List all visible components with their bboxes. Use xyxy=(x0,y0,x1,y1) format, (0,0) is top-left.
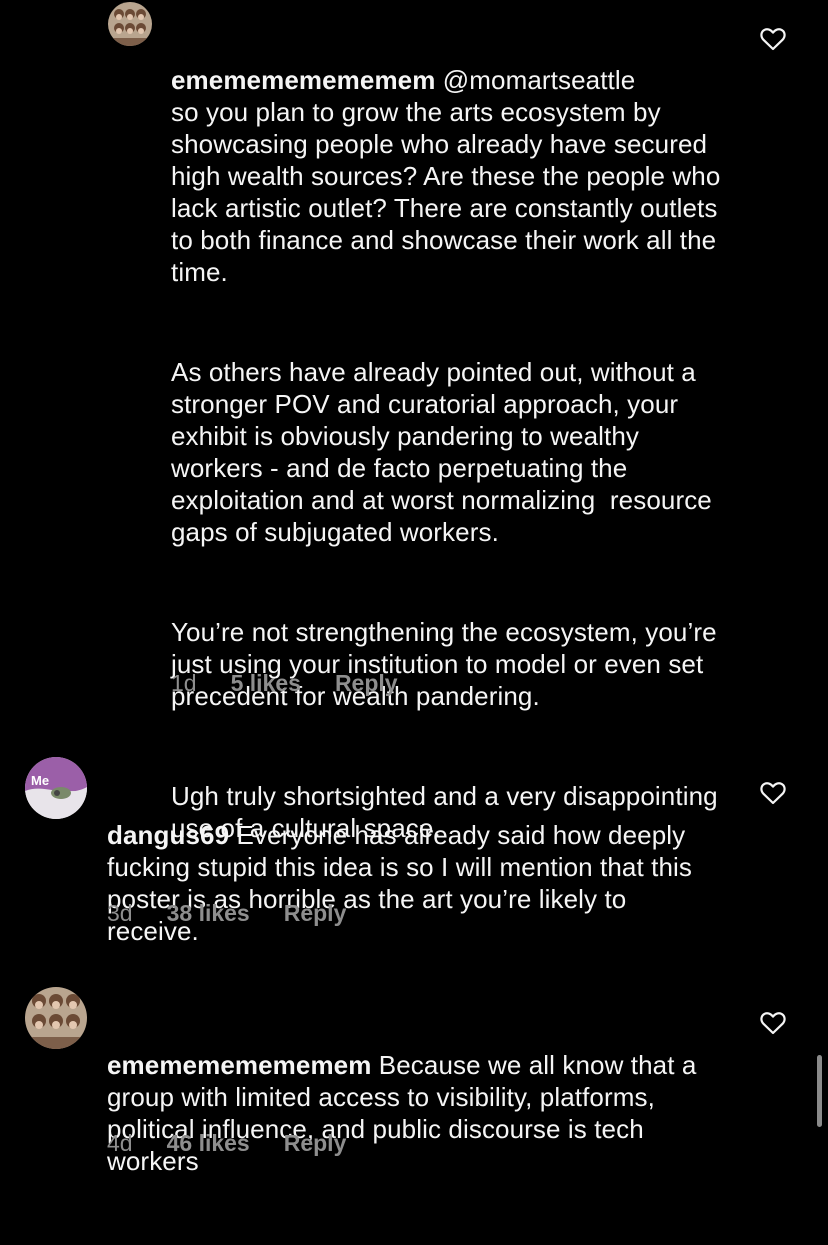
comment-time: 3d xyxy=(107,900,133,926)
comment-username[interactable]: dangus69 xyxy=(107,820,229,850)
avatar-ememememememem[interactable] xyxy=(108,2,152,46)
comment-username[interactable]: ememememememem xyxy=(171,65,435,95)
avatar-dangus69[interactable]: Me xyxy=(25,757,87,819)
reply-button[interactable]: Reply xyxy=(284,1130,347,1157)
comment-meta: 1d 5 likes Reply xyxy=(171,670,398,697)
comment-body: dangus69 Everyone has already said how d… xyxy=(107,755,707,1015)
heart-outline-icon[interactable] xyxy=(760,781,786,805)
mention-link[interactable]: @momartseattle xyxy=(443,65,636,95)
comment-time: 4d xyxy=(107,1130,133,1156)
comment-paragraph-1: ememememememem Because we all know that … xyxy=(107,1049,707,1177)
comment-paragraph-1: ememememememem @momartseattle so you pla… xyxy=(171,64,731,288)
comment-body: ememememememem Because we all know that … xyxy=(107,985,707,1245)
likes-count[interactable]: 5 likes xyxy=(231,670,301,697)
comment-meta: 4d 46 likes Reply xyxy=(107,1130,346,1157)
comment-paragraph-2: As others have already pointed out, with… xyxy=(171,357,720,547)
heart-outline-icon[interactable] xyxy=(760,1011,786,1035)
comment-paragraph-3: You’re not strengthening the ecosystem, … xyxy=(171,617,724,711)
reply-button[interactable]: Reply xyxy=(284,900,347,927)
likes-count[interactable]: 38 likes xyxy=(167,900,250,927)
comment-username[interactable]: ememememememem xyxy=(107,1050,371,1080)
comment-meta: 3d 38 likes Reply xyxy=(107,900,346,927)
avatar-ememememememem[interactable] xyxy=(25,987,87,1049)
likes-count[interactable]: 46 likes xyxy=(167,1130,250,1157)
comment-text: so you plan to grow the arts ecosystem b… xyxy=(171,97,728,287)
scrollbar[interactable] xyxy=(817,1055,822,1127)
comment-paragraph-1: dangus69 Everyone has already said how d… xyxy=(107,819,707,947)
avatar-text: Me xyxy=(31,773,49,788)
heart-outline-icon[interactable] xyxy=(760,27,786,51)
comment-time: 1d xyxy=(171,670,197,696)
reply-button[interactable]: Reply xyxy=(335,670,398,697)
